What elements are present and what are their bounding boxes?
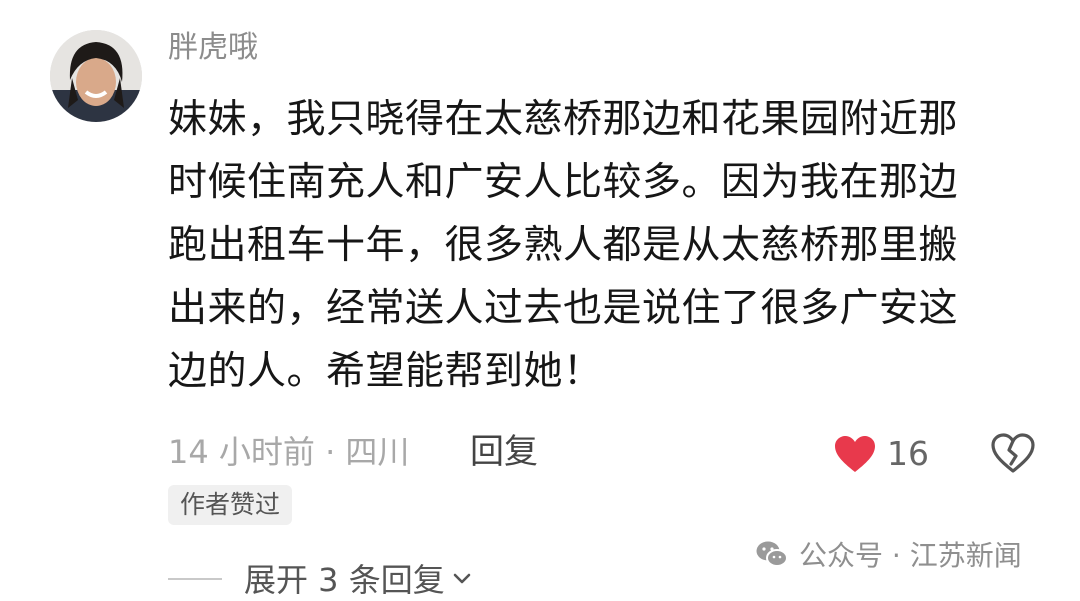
avatar[interactable] (50, 30, 142, 122)
comment-line: 妹妹，我只晓得在太慈桥那边和花果园附近那 (168, 97, 959, 142)
author-liked-badge: 作者赞过 (168, 485, 293, 525)
comment-meta: 14 小时前 · 四川 (168, 433, 410, 471)
expand-replies-label: 展开 3 条回复 (244, 561, 445, 599)
comment-line: 跑出租车十年，很多熟人都是从太慈桥那里搬 (168, 223, 959, 268)
like-button[interactable]: 16 (833, 430, 929, 478)
comment-line: 出来的，经常送人过去也是说住了很多广安这 (168, 286, 959, 331)
dislike-button[interactable] (990, 430, 1036, 476)
chevron-down-icon (453, 573, 471, 584)
like-count: 16 (887, 434, 929, 473)
comment-line: 边的人。希望能帮到她！ (168, 349, 603, 394)
watermark-text: 公众号 · 江苏新闻 (799, 539, 1022, 572)
comment-text: 妹妹，我只晓得在太慈桥那边和花果园附近那 时候住南充人和广安人比较多。因为我在那… (168, 88, 1028, 403)
username[interactable]: 胖虎哦 (168, 28, 258, 68)
reply-button[interactable]: 回复 (470, 430, 538, 474)
watermark: 公众号 · 江苏新闻 (755, 532, 1022, 576)
heart-icon (835, 436, 875, 472)
wechat-icon (756, 541, 788, 567)
broken-heart-icon (991, 433, 1035, 473)
expand-divider (168, 578, 222, 580)
expand-replies-button[interactable]: 展开 3 条回复 (244, 556, 473, 600)
comment-line: 时候住南充人和广安人比较多。因为我在那边 (168, 160, 959, 205)
